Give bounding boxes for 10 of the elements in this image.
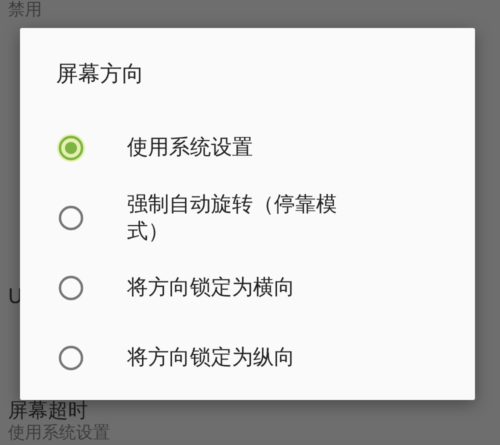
option-label[interactable]: 将方向锁定为纵向 bbox=[127, 344, 295, 372]
radio-button[interactable] bbox=[56, 203, 86, 233]
radio-button[interactable] bbox=[56, 273, 86, 303]
setting-title: 屏幕超时 bbox=[8, 398, 89, 423]
radio-button[interactable] bbox=[56, 343, 86, 373]
dialog-title: 屏幕方向 bbox=[56, 61, 145, 89]
radio-button[interactable] bbox=[56, 133, 86, 163]
option-label[interactable]: 强制自动旋转（停靠模式） bbox=[127, 190, 343, 246]
option-label[interactable]: 将方向锁定为横向 bbox=[127, 274, 295, 302]
option-label[interactable]: 使用系统设置 bbox=[127, 134, 253, 162]
